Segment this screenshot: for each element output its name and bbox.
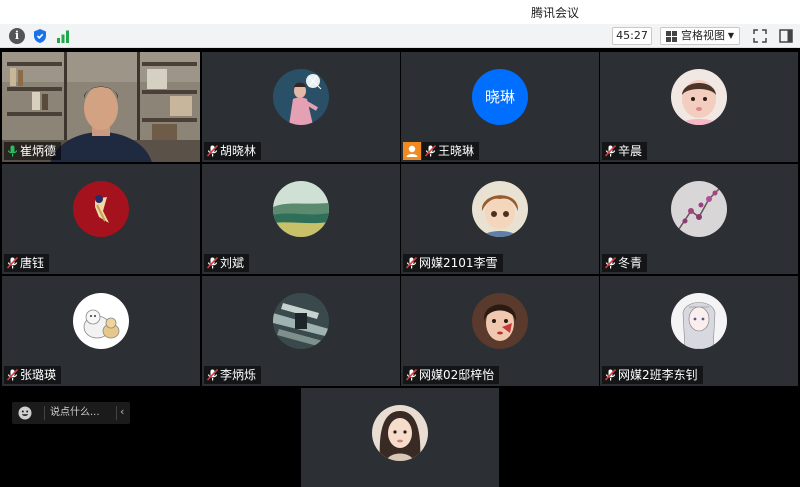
participant-avatar (273, 181, 329, 237)
participant-tile[interactable]: 网媒02邸梓怡 (401, 276, 599, 386)
view-mode-dropdown[interactable]: 宫格视图 ▼ (660, 27, 740, 45)
info-icon[interactable]: i (9, 28, 25, 44)
meeting-toolbar: i 45:27 宫格视图 ▼ (0, 24, 800, 48)
mic-muted-icon (406, 369, 417, 381)
mic-muted-icon (207, 369, 218, 381)
shield-icon[interactable] (32, 28, 48, 44)
participant-name-plate: 王晓琳 (422, 142, 480, 160)
side-panel-icon[interactable] (778, 28, 794, 44)
mic-muted-icon (605, 145, 616, 157)
participant-tile[interactable]: 李炳烁 (202, 276, 400, 386)
participant-name: 张璐瑛 (20, 368, 57, 382)
participant-name: 崔炳德 (20, 144, 57, 158)
participant-avatar (472, 181, 528, 237)
host-icon (403, 142, 421, 160)
view-mode-label: 宫格视图 (681, 29, 725, 42)
emoji-icon[interactable] (18, 406, 32, 420)
participant-tile[interactable]: 网媒2班李东钊 (600, 276, 798, 386)
chevron-down-icon: ▼ (727, 31, 734, 40)
mic-muted-icon (7, 257, 18, 269)
participant-tile[interactable]: 胡晓林 (202, 52, 400, 162)
signal-icon[interactable] (55, 28, 71, 44)
participant-name-plate: 李炳烁 (204, 366, 262, 384)
mic-muted-icon (605, 257, 616, 269)
participant-name: 王晓琳 (438, 144, 475, 158)
participant-name-plate: 胡晓林 (204, 142, 262, 160)
participant-avatar (73, 293, 129, 349)
meeting-timer: 45:27 (612, 27, 652, 45)
mic-muted-icon (406, 257, 417, 269)
participant-name-plate: 唐钰 (4, 254, 50, 272)
participant-tile[interactable]: 晓琳 王晓琳 (401, 52, 599, 162)
participant-tile[interactable]: 辛晨 (600, 52, 798, 162)
participant-avatar (273, 69, 329, 125)
participant-avatar (472, 293, 528, 349)
app-title: 腾讯会议 (530, 6, 579, 20)
participant-name: 唐钰 (20, 256, 45, 270)
participant-name-plate: 崔炳德 (4, 142, 62, 160)
participant-name: 刘斌 (220, 256, 245, 270)
participant-tile[interactable] (301, 388, 499, 487)
participant-name-plate: 辛晨 (602, 142, 648, 160)
participant-avatar (671, 181, 727, 237)
participant-name: 网媒2101李雪 (419, 256, 498, 270)
mic-muted-icon (605, 369, 616, 381)
fullscreen-icon[interactable] (752, 28, 768, 44)
participant-name-plate: 网媒2班李东钊 (602, 366, 703, 384)
participant-name-plate: 冬青 (602, 254, 648, 272)
participant-name: 辛晨 (618, 144, 643, 158)
mic-muted-icon (425, 145, 436, 157)
participant-name: 网媒02邸梓怡 (419, 368, 495, 382)
participant-avatar (671, 293, 727, 349)
divider (116, 406, 117, 420)
participant-tile[interactable]: 崔炳德 (2, 52, 200, 162)
participant-tile[interactable]: 冬青 (600, 164, 798, 274)
chat-bar: ‹ (12, 402, 130, 424)
participant-tile[interactable]: 张璐瑛 (2, 276, 200, 386)
participant-avatar (372, 405, 428, 461)
participant-avatar (73, 181, 129, 237)
participant-name-plate: 网媒02邸梓怡 (403, 366, 500, 384)
title-bar: 腾讯会议 (0, 0, 800, 24)
participant-avatar (273, 293, 329, 349)
participant-name-plate: 刘斌 (204, 254, 250, 272)
mic-muted-icon (207, 145, 218, 157)
mic-muted-icon (207, 257, 218, 269)
participant-name-plate: 张璐瑛 (4, 366, 62, 384)
mic-on-icon (7, 145, 18, 157)
participant-name: 李炳烁 (220, 368, 257, 382)
participant-avatar (671, 69, 727, 125)
participant-name: 网媒2班李东钊 (618, 368, 698, 382)
participant-tile[interactable]: 网媒2101李雪 (401, 164, 599, 274)
grid-view-icon (666, 31, 677, 42)
mic-muted-icon (7, 369, 18, 381)
chevron-left-icon[interactable]: ‹ (120, 405, 124, 418)
participant-tile[interactable]: 刘斌 (202, 164, 400, 274)
participant-tile[interactable]: 唐钰 (2, 164, 200, 274)
participant-name: 胡晓林 (220, 144, 257, 158)
participant-avatar: 晓琳 (472, 69, 528, 125)
divider (44, 406, 45, 420)
participant-name-plate: 网媒2101李雪 (403, 254, 503, 272)
chat-input[interactable] (50, 402, 108, 424)
participant-name: 冬青 (618, 256, 643, 270)
